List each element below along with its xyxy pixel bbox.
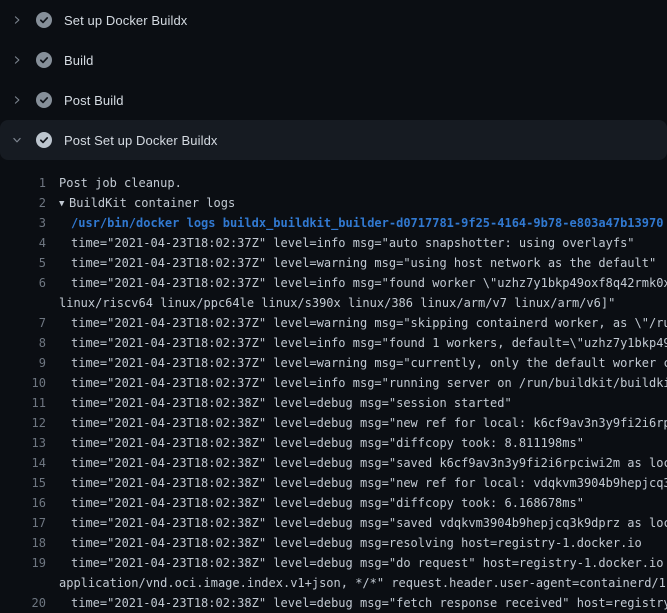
step-title: Post Build: [64, 93, 124, 108]
log-line: 5time="2021-04-23T18:02:37Z" level=warni…: [0, 253, 667, 273]
log-text: time="2021-04-23T18:02:37Z" level=warnin…: [46, 253, 667, 273]
log-text: time="2021-04-23T18:02:38Z" level=debug …: [46, 473, 667, 493]
log-line: 12time="2021-04-23T18:02:38Z" level=debu…: [0, 413, 667, 433]
log-group-line: ▼BuildKit container logs: [46, 193, 667, 213]
log-line: 4time="2021-04-23T18:02:37Z" level=info …: [0, 233, 667, 253]
line-number[interactable]: 19: [0, 553, 46, 573]
log-text: time="2021-04-23T18:02:37Z" level=info m…: [46, 273, 667, 293]
log-text: time="2021-04-23T18:02:38Z" level=debug …: [46, 413, 667, 433]
line-number[interactable]: 5: [0, 253, 46, 273]
log-text: time="2021-04-23T18:02:38Z" level=debug …: [46, 553, 667, 573]
log-command-text: /usr/bin/docker logs buildx_buildkit_bui…: [46, 213, 667, 233]
line-number[interactable]: 1: [0, 173, 46, 193]
chevron-right-icon: [12, 92, 22, 108]
log-line: 11time="2021-04-23T18:02:38Z" level=debu…: [0, 393, 667, 413]
line-number[interactable]: 13: [0, 433, 46, 453]
chevron-right-icon: [12, 12, 22, 28]
line-number[interactable]: 7: [0, 313, 46, 333]
step-row-build[interactable]: Build: [0, 40, 667, 80]
workflow-log-viewer: Set up Docker Buildx Build P: [0, 0, 667, 613]
log-line: 17time="2021-04-23T18:02:38Z" level=debu…: [0, 513, 667, 533]
line-number[interactable]: 2: [0, 193, 46, 213]
line-number[interactable]: 17: [0, 513, 46, 533]
log-text: application/vnd.oci.image.index.v1+json,…: [46, 573, 667, 593]
log-text: time="2021-04-23T18:02:37Z" level=info m…: [46, 233, 667, 253]
log-group-label: BuildKit container logs: [69, 196, 235, 210]
log-text: linux/riscv64 linux/ppc64le linux/s390x …: [46, 293, 667, 313]
log-line: 9time="2021-04-23T18:02:37Z" level=warni…: [0, 353, 667, 373]
log-line: 8time="2021-04-23T18:02:37Z" level=info …: [0, 333, 667, 353]
line-number[interactable]: 15: [0, 473, 46, 493]
log-text: time="2021-04-23T18:02:38Z" level=debug …: [46, 433, 667, 453]
line-number: [0, 573, 46, 593]
log-line: 7time="2021-04-23T18:02:37Z" level=warni…: [0, 313, 667, 333]
line-number[interactable]: 8: [0, 333, 46, 353]
log-text: time="2021-04-23T18:02:38Z" level=debug …: [46, 513, 667, 533]
log-line: 19time="2021-04-23T18:02:38Z" level=debu…: [0, 553, 667, 573]
line-number[interactable]: 10: [0, 373, 46, 393]
log-line: 6time="2021-04-23T18:02:37Z" level=info …: [0, 273, 667, 293]
log-text: time="2021-04-23T18:02:38Z" level=debug …: [46, 493, 667, 513]
check-circle-icon: [36, 92, 52, 108]
step-row-post-build[interactable]: Post Build: [0, 80, 667, 120]
line-number[interactable]: 9: [0, 353, 46, 373]
check-circle-icon: [36, 132, 52, 148]
log-line: 2▼BuildKit container logs: [0, 193, 667, 213]
line-number[interactable]: 3: [0, 213, 46, 233]
log-text: time="2021-04-23T18:02:37Z" level=warnin…: [46, 313, 667, 333]
check-circle-icon: [36, 12, 52, 28]
line-number[interactable]: 20: [0, 593, 46, 613]
chevron-down-icon: [12, 132, 22, 148]
step-title: Build: [64, 53, 93, 68]
log-text: time="2021-04-23T18:02:38Z" level=debug …: [46, 393, 667, 413]
line-number[interactable]: 6: [0, 273, 46, 293]
log-panel: 1Post job cleanup.2▼BuildKit container l…: [0, 160, 667, 613]
log-line: 3/usr/bin/docker logs buildx_buildkit_bu…: [0, 213, 667, 233]
log-text: Post job cleanup.: [46, 173, 667, 193]
log-line: 16time="2021-04-23T18:02:38Z" level=debu…: [0, 493, 667, 513]
line-number[interactable]: 4: [0, 233, 46, 253]
chevron-right-icon: [12, 52, 22, 68]
log-text: time="2021-04-23T18:02:37Z" level=warnin…: [46, 353, 667, 373]
steps-list: Set up Docker Buildx Build P: [0, 0, 667, 160]
line-number[interactable]: 11: [0, 393, 46, 413]
check-circle-icon: [36, 52, 52, 68]
log-line: 15time="2021-04-23T18:02:38Z" level=debu…: [0, 473, 667, 493]
log-text: time="2021-04-23T18:02:38Z" level=debug …: [46, 453, 667, 473]
step-row-set-up-docker-buildx[interactable]: Set up Docker Buildx: [0, 0, 667, 40]
line-number[interactable]: 16: [0, 493, 46, 513]
log-line: 18time="2021-04-23T18:02:38Z" level=debu…: [0, 533, 667, 553]
log-line: 13time="2021-04-23T18:02:38Z" level=debu…: [0, 433, 667, 453]
log-line: 10time="2021-04-23T18:02:37Z" level=info…: [0, 373, 667, 393]
line-number[interactable]: 18: [0, 533, 46, 553]
log-line-continuation: linux/riscv64 linux/ppc64le linux/s390x …: [0, 293, 667, 313]
log-line-continuation: application/vnd.oci.image.index.v1+json,…: [0, 573, 667, 593]
log-text: time="2021-04-23T18:02:37Z" level=info m…: [46, 333, 667, 353]
step-title: Set up Docker Buildx: [64, 13, 187, 28]
line-number[interactable]: 12: [0, 413, 46, 433]
step-title: Post Set up Docker Buildx: [64, 133, 218, 148]
log-line: 14time="2021-04-23T18:02:38Z" level=debu…: [0, 453, 667, 473]
log-text: time="2021-04-23T18:02:38Z" level=debug …: [46, 593, 667, 613]
step-row-post-set-up-docker-buildx[interactable]: Post Set up Docker Buildx: [0, 120, 667, 160]
log-text: time="2021-04-23T18:02:37Z" level=info m…: [46, 373, 667, 393]
log-line: 20time="2021-04-23T18:02:38Z" level=debu…: [0, 593, 667, 613]
log-group-toggle-icon[interactable]: ▼: [59, 194, 69, 213]
line-number[interactable]: 14: [0, 453, 46, 473]
log-line: 1Post job cleanup.: [0, 173, 667, 193]
line-number: [0, 293, 46, 313]
log-text: time="2021-04-23T18:02:38Z" level=debug …: [46, 533, 667, 553]
